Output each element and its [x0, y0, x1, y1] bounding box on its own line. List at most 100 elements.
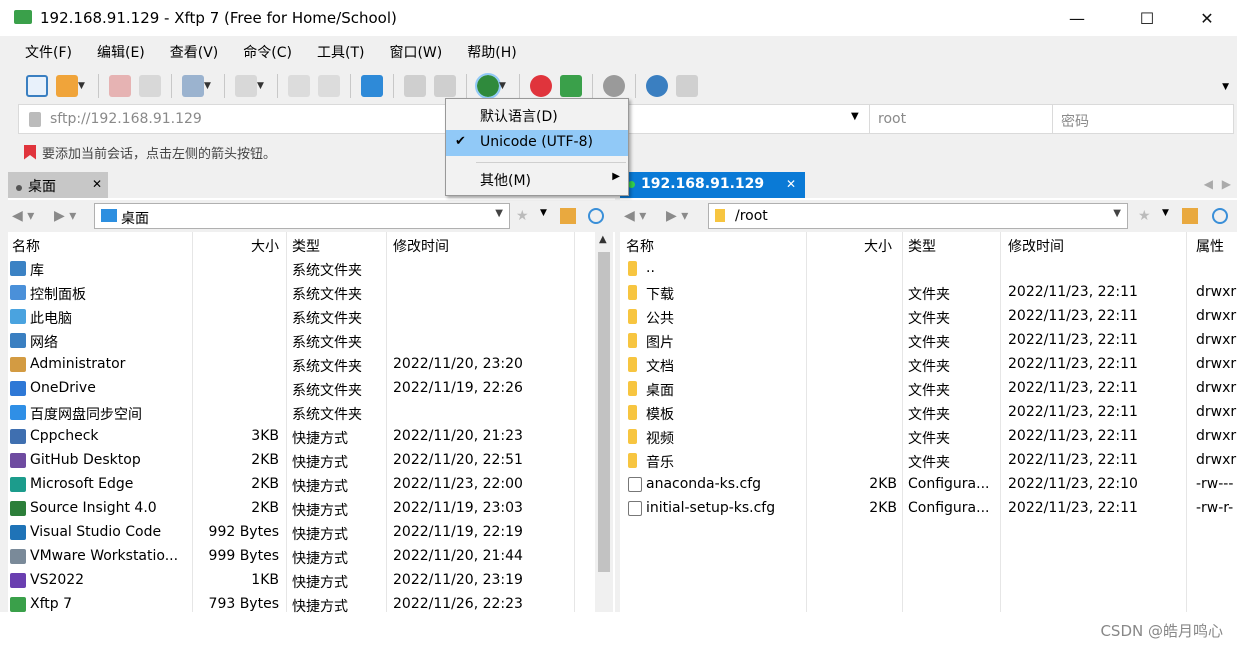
xshell-icon[interactable] — [530, 75, 552, 97]
toolbar-overflow-icon[interactable]: ▼ — [1222, 82, 1229, 92]
download-icon[interactable] — [434, 75, 456, 97]
table-row[interactable]: 视频 文件夹 2022/11/23, 22:11 drwxr — [620, 424, 1237, 448]
password-field[interactable]: 密码 — [1052, 105, 1233, 133]
comment-icon[interactable] — [676, 75, 698, 97]
close-button[interactable]: ✕ — [1184, 0, 1230, 36]
chevron-down-icon[interactable]: ▼ — [499, 81, 507, 91]
menu-help[interactable]: 帮助(H) — [450, 38, 524, 66]
host-address-input[interactable]: sftp://192.168.91.129 — [50, 111, 202, 127]
chevron-down-icon[interactable]: ▼ — [851, 111, 859, 122]
column-name[interactable]: 名称 — [12, 236, 40, 256]
column-mtime[interactable]: 修改时间 — [1008, 236, 1064, 256]
table-row[interactable]: VS2022 1KB 快捷方式 2022/11/20, 23:19 — [8, 568, 615, 592]
gear-icon[interactable] — [603, 75, 625, 97]
chevron-down-icon[interactable]: ▼ — [257, 81, 265, 91]
table-row[interactable]: 百度网盘同步空间 系统文件夹 — [8, 400, 615, 424]
menu-tools[interactable]: 工具(T) — [300, 38, 372, 66]
table-row[interactable]: 公共 文件夹 2022/11/23, 22:11 drwxr — [620, 304, 1237, 328]
menu-item-other[interactable]: 其他(M) ▶ — [446, 166, 628, 192]
back-arrow-icon[interactable]: ◀ ▾ — [624, 208, 646, 224]
chevron-down-icon[interactable]: ▼ — [1113, 208, 1121, 219]
session-settings-icon[interactable] — [182, 75, 204, 97]
column-type[interactable]: 类型 — [292, 236, 320, 256]
table-row[interactable]: 网络 系统文件夹 — [8, 328, 615, 352]
help-icon[interactable] — [646, 75, 668, 97]
open-session-icon[interactable] — [56, 75, 78, 97]
scrollbar-thumb[interactable] — [598, 252, 610, 572]
chevron-down-icon[interactable]: ▼ — [204, 81, 212, 91]
connect-icon[interactable] — [109, 75, 131, 97]
table-row[interactable]: 下载 文件夹 2022/11/23, 22:11 drwxr — [620, 280, 1237, 304]
tab-scroll-left-icon[interactable]: ◀ — [1204, 177, 1213, 191]
copy-icon[interactable] — [288, 75, 310, 97]
encoding-globe-icon[interactable] — [475, 73, 501, 99]
table-row[interactable]: 音乐 文件夹 2022/11/23, 22:11 drwxr — [620, 448, 1237, 472]
tab-desktop[interactable]: 桌面 ✕ — [8, 172, 108, 198]
forward-arrow-icon[interactable]: ▶ ▾ — [666, 208, 688, 224]
table-row[interactable]: Cppcheck 3KB 快捷方式 2022/11/20, 21:23 — [8, 424, 615, 448]
remote-path-input[interactable]: /root ▼ — [708, 203, 1128, 229]
column-mtime[interactable]: 修改时间 — [393, 236, 449, 256]
local-path-input[interactable]: 桌面 ▼ — [94, 203, 510, 229]
username-field[interactable]: root — [869, 105, 1051, 133]
menu-command[interactable]: 命令(C) — [226, 38, 300, 66]
column-name[interactable]: 名称 — [626, 236, 654, 256]
table-row[interactable]: .. — [620, 256, 1237, 280]
chevron-down-icon[interactable]: ▼ — [540, 208, 556, 224]
table-row[interactable]: initial-setup-ks.cfg 2KB Configura... 2022/… — [620, 496, 1237, 520]
xftp-icon[interactable] — [560, 75, 582, 97]
table-row[interactable]: 图片 文件夹 2022/11/23, 22:11 drwxr — [620, 328, 1237, 352]
table-row[interactable]: OneDrive 系统文件夹 2022/11/19, 22:26 — [8, 376, 615, 400]
close-icon[interactable]: ✕ — [786, 177, 796, 191]
table-row[interactable]: Source Insight 4.0 2KB 快捷方式 2022/11/19, 23:… — [8, 496, 615, 520]
menu-window[interactable]: 窗口(W) — [372, 38, 450, 66]
disconnect-icon[interactable] — [139, 75, 161, 97]
chevron-down-icon[interactable]: ▼ — [495, 208, 503, 219]
table-row[interactable]: GitHub Desktop 2KB 快捷方式 2022/11/20, 22:51 — [8, 448, 615, 472]
menu-view[interactable]: 查看(V) — [153, 38, 227, 66]
home-icon[interactable] — [560, 208, 576, 224]
scroll-up-icon[interactable]: ▲ — [599, 234, 607, 245]
back-arrow-icon[interactable]: ◀ ▾ — [12, 208, 34, 224]
refresh-icon[interactable] — [588, 208, 604, 224]
menu-item-default-language[interactable]: 默认语言(D) — [446, 102, 628, 128]
tab-remote-session[interactable]: 192.168.91.129 ✕ — [620, 172, 805, 198]
table-row[interactable]: anaconda-ks.cfg 2KB Configura... 2022/11/23… — [620, 472, 1237, 496]
new-session-icon[interactable] — [26, 75, 48, 97]
chevron-down-icon[interactable]: ▼ — [78, 81, 86, 91]
terminal-icon[interactable] — [235, 75, 257, 97]
close-icon[interactable]: ✕ — [92, 177, 102, 191]
column-size[interactable]: 大小 — [864, 236, 892, 256]
column-type[interactable]: 类型 — [908, 236, 936, 256]
table-row[interactable]: Microsoft Edge 2KB 快捷方式 2022/11/23, 22:00 — [8, 472, 615, 496]
star-icon[interactable]: ★ — [1138, 208, 1154, 224]
minimize-button[interactable]: — — [1054, 0, 1100, 36]
refresh-icon[interactable] — [1212, 208, 1228, 224]
local-scrollbar[interactable]: ▲ — [595, 232, 613, 612]
table-row[interactable]: 控制面板 系统文件夹 — [8, 280, 615, 304]
table-row[interactable]: Administrator 系统文件夹 2022/11/20, 23:20 — [8, 352, 615, 376]
maximize-button[interactable]: ☐ — [1124, 0, 1170, 36]
table-row[interactable]: 文档 文件夹 2022/11/23, 22:11 drwxr — [620, 352, 1237, 376]
table-row[interactable]: 此电脑 系统文件夹 — [8, 304, 615, 328]
upload-icon[interactable] — [404, 75, 426, 97]
chevron-down-icon[interactable]: ▼ — [1162, 208, 1178, 224]
table-row[interactable]: Visual Studio Code 992 Bytes 快捷方式 2022/11/1… — [8, 520, 615, 544]
tab-scroll-right-icon[interactable]: ▶ — [1222, 177, 1231, 191]
table-row[interactable]: 库 系统文件夹 — [8, 256, 615, 280]
menu-item-unicode[interactable]: ✔ Unicode (UTF-8) — [446, 130, 628, 156]
menu-edit[interactable]: 编辑(E) — [80, 38, 153, 66]
star-icon[interactable]: ★ — [516, 208, 532, 224]
table-row[interactable]: 桌面 文件夹 2022/11/23, 22:11 drwxr — [620, 376, 1237, 400]
paste-icon[interactable] — [318, 75, 340, 97]
column-attributes[interactable]: 属性 — [1196, 236, 1224, 256]
table-row[interactable]: Xftp 7 793 Bytes 快捷方式 2022/11/26, 22:23 — [8, 592, 615, 616]
table-row[interactable]: VMware Workstatio... 999 Bytes 快捷方式 2022/11… — [8, 544, 615, 568]
column-size[interactable]: 大小 — [251, 236, 279, 256]
menu-file[interactable]: 文件(F) — [8, 38, 80, 66]
transfer-icon[interactable] — [361, 75, 383, 97]
forward-arrow-icon[interactable]: ▶ ▾ — [54, 208, 76, 224]
table-row[interactable]: 模板 文件夹 2022/11/23, 22:11 drwxr — [620, 400, 1237, 424]
bookmark-icon[interactable] — [24, 144, 36, 160]
home-icon[interactable] — [1182, 208, 1198, 224]
